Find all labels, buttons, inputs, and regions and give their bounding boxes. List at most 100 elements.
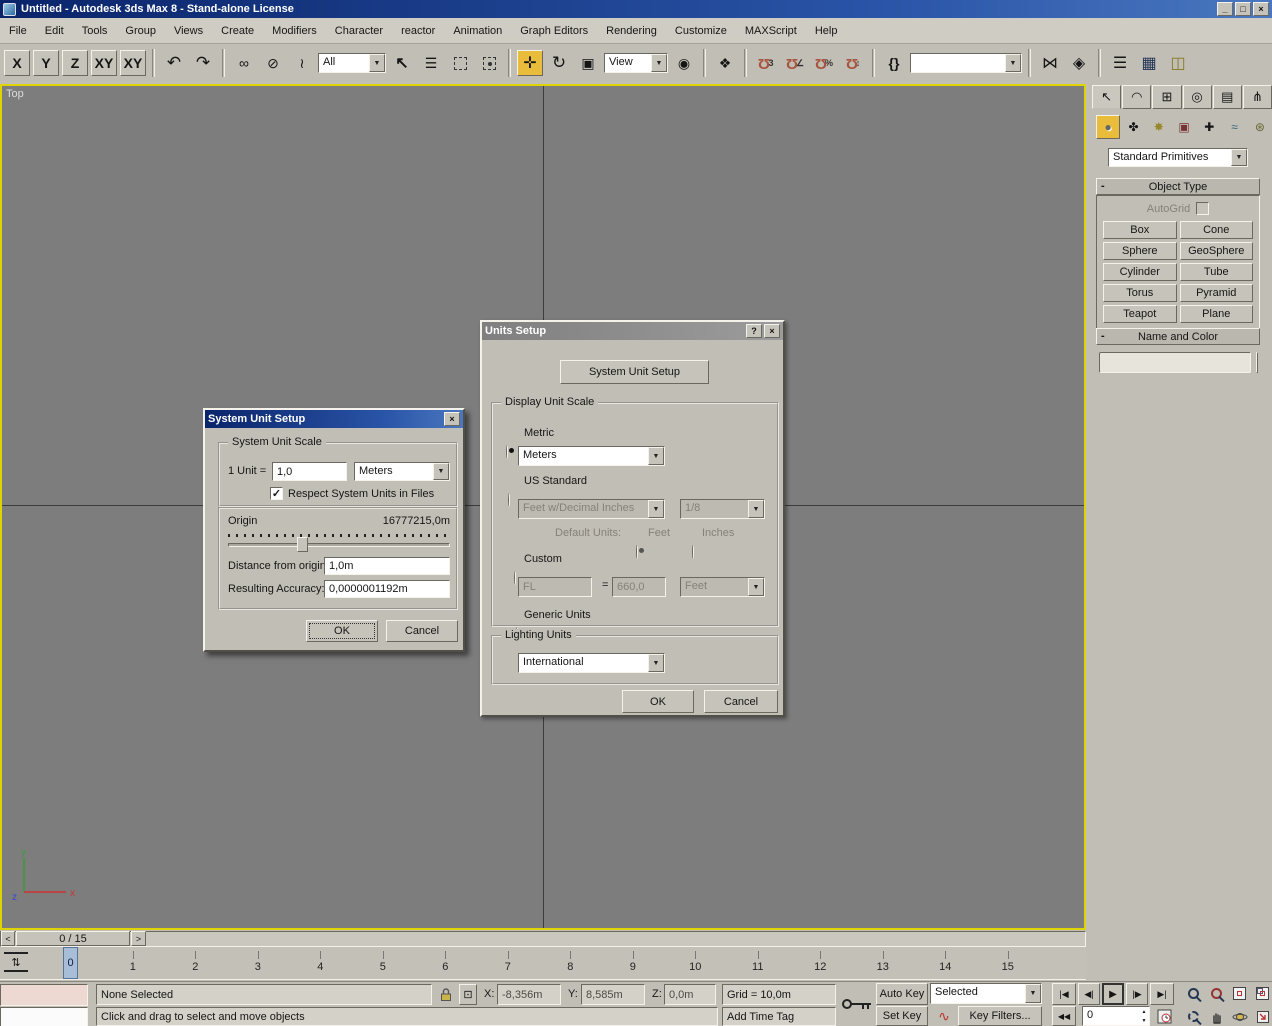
- timeline-tick[interactable]: 12: [789, 950, 852, 973]
- track-bar-frame-thumb[interactable]: 0: [63, 947, 78, 979]
- maximize-button[interactable]: □: [1235, 2, 1251, 16]
- respect-units-checkbox[interactable]: ✓: [270, 487, 283, 500]
- select-and-manipulate-icon[interactable]: ❖: [712, 50, 738, 76]
- timeline-tick[interactable]: 9: [602, 950, 665, 973]
- time-slider-prev-button[interactable]: <: [1, 931, 15, 946]
- timeline-tick[interactable]: 3: [227, 950, 290, 973]
- reference-coordinate-dropdown[interactable]: View▼: [604, 53, 668, 73]
- category-spacewarps-icon[interactable]: ≈: [1222, 115, 1246, 139]
- bind-to-spacewarp-icon[interactable]: ≀: [289, 50, 315, 76]
- close-button[interactable]: ×: [1253, 2, 1269, 16]
- object-type-button[interactable]: Torus: [1103, 284, 1177, 302]
- spinner-snap-icon[interactable]: Ω↕: [840, 50, 866, 76]
- object-type-button[interactable]: GeoSphere: [1180, 242, 1254, 260]
- axis-constraint-button[interactable]: XY: [120, 50, 146, 76]
- menu-item[interactable]: Customize: [666, 22, 736, 40]
- auto-key-button[interactable]: Auto Key: [876, 983, 928, 1005]
- tab-display[interactable]: ▤: [1213, 85, 1242, 109]
- object-type-button[interactable]: Cone: [1180, 221, 1254, 239]
- tab-modify[interactable]: ◠: [1122, 85, 1151, 109]
- time-slider-next-button[interactable]: >: [131, 931, 146, 946]
- spinner-down-icon[interactable]: ▼: [1139, 1016, 1149, 1025]
- time-slider-thumb[interactable]: 0 / 15: [16, 931, 130, 946]
- tab-hierarchy[interactable]: ⊞: [1152, 85, 1181, 109]
- distance-from-origin-field[interactable]: 1,0m: [324, 557, 450, 575]
- chevron-down-icon[interactable]: ▼: [369, 54, 385, 72]
- timeline-tick[interactable]: 13: [852, 950, 915, 973]
- menu-item[interactable]: Create: [212, 22, 263, 40]
- lighting-units-dropdown[interactable]: International▼: [518, 653, 665, 673]
- redo-icon[interactable]: ↷: [190, 50, 216, 76]
- chevron-down-icon[interactable]: ▼: [648, 447, 664, 465]
- time-slider-track[interactable]: [0, 931, 1086, 947]
- rectangular-selection-region-icon[interactable]: [447, 50, 473, 76]
- chevron-down-icon[interactable]: ▼: [1025, 984, 1041, 1003]
- chevron-down-icon[interactable]: ▼: [433, 463, 449, 480]
- category-shapes-icon[interactable]: ✤: [1121, 115, 1145, 139]
- selected-keyset-dropdown[interactable]: Selected▼: [930, 983, 1042, 1004]
- timeline-tick[interactable]: 14: [914, 950, 977, 973]
- timeline-tick[interactable]: 6: [414, 950, 477, 973]
- zoom-all-icon[interactable]: [1207, 984, 1226, 1003]
- menu-item[interactable]: Rendering: [597, 22, 666, 40]
- previous-frame-icon[interactable]: ◀|: [1078, 983, 1100, 1005]
- viewport-label[interactable]: Top: [6, 88, 24, 100]
- zoom-region-icon[interactable]: [1184, 1007, 1203, 1026]
- coord-z-field[interactable]: 0,0m: [664, 984, 716, 1005]
- play-animation-icon[interactable]: ▶: [1102, 983, 1124, 1005]
- category-systems-icon[interactable]: ⊛: [1248, 115, 1272, 139]
- selection-filter-dropdown[interactable]: All▼: [318, 53, 386, 73]
- metric-radio[interactable]: [506, 445, 508, 459]
- object-type-button[interactable]: Plane: [1180, 305, 1254, 323]
- select-and-rotate-icon[interactable]: ↻: [546, 50, 572, 76]
- chevron-down-icon[interactable]: ▼: [1231, 149, 1247, 166]
- rollout-collapse-icon[interactable]: -: [1101, 180, 1105, 192]
- mirror-icon[interactable]: ⋈: [1037, 50, 1063, 76]
- chevron-down-icon[interactable]: ▼: [651, 54, 667, 72]
- set-key-mode-curve-icon[interactable]: ∿: [932, 1006, 956, 1026]
- help-icon[interactable]: ?: [746, 324, 762, 338]
- origin-slider-thumb[interactable]: [297, 537, 308, 552]
- object-type-button[interactable]: Box: [1103, 221, 1177, 239]
- menu-item[interactable]: Character: [326, 22, 392, 40]
- axis-constraint-button[interactable]: Z: [62, 50, 88, 76]
- object-type-button[interactable]: Teapot: [1103, 305, 1177, 323]
- primitives-category-dropdown[interactable]: Standard Primitives▼: [1108, 148, 1248, 167]
- menu-item[interactable]: Edit: [36, 22, 73, 40]
- add-time-tag[interactable]: Add Time Tag: [722, 1007, 836, 1026]
- timeline-tick[interactable]: 2: [164, 950, 227, 973]
- coord-y-field[interactable]: 8,585m: [581, 984, 645, 1005]
- close-icon[interactable]: ×: [444, 412, 460, 426]
- key-filters-button[interactable]: Key Filters...: [958, 1006, 1042, 1026]
- menu-item[interactable]: Help: [806, 22, 847, 40]
- timeline-tick[interactable]: 7: [477, 950, 540, 973]
- spinner-up-icon[interactable]: ▲: [1139, 1007, 1149, 1016]
- timeline-tick[interactable]: 15: [977, 950, 1040, 973]
- named-selection-sets-icon[interactable]: {}: [881, 50, 907, 76]
- pan-hand-icon[interactable]: [1207, 1007, 1226, 1026]
- timeline-tick[interactable]: 5: [352, 950, 415, 973]
- timeline-tick[interactable]: 1: [102, 950, 165, 973]
- next-frame-icon[interactable]: |▶: [1126, 983, 1148, 1005]
- system-unit-setup-button[interactable]: System Unit Setup: [560, 360, 709, 384]
- snap-toggle-3d-icon[interactable]: Ω3: [753, 50, 779, 76]
- us-standard-radio[interactable]: [508, 493, 510, 507]
- axis-constraint-button[interactable]: Y: [33, 50, 59, 76]
- rollout-collapse-icon[interactable]: -: [1101, 330, 1105, 342]
- zoom-extents-icon[interactable]: [1230, 984, 1249, 1003]
- object-type-button[interactable]: Pyramid: [1180, 284, 1254, 302]
- unlink-selection-icon[interactable]: ⊘: [260, 50, 286, 76]
- object-name-input[interactable]: [1099, 352, 1251, 373]
- object-type-button[interactable]: Cylinder: [1103, 263, 1177, 281]
- select-and-link-icon[interactable]: ∞: [231, 50, 257, 76]
- curve-editor-icon[interactable]: ▦: [1136, 50, 1162, 76]
- unit-value-field[interactable]: 1,0: [272, 462, 347, 481]
- absolute-offset-mode-icon[interactable]: ⊡: [459, 984, 477, 1005]
- autogrid-checkbox[interactable]: [1196, 202, 1209, 215]
- object-type-button[interactable]: Sphere: [1103, 242, 1177, 260]
- object-color-swatch[interactable]: [1256, 352, 1258, 373]
- menu-item[interactable]: File: [0, 22, 36, 40]
- origin-slider-track[interactable]: [228, 543, 450, 547]
- percent-snap-icon[interactable]: Ω%: [811, 50, 837, 76]
- layer-manager-icon[interactable]: ☰: [1107, 50, 1133, 76]
